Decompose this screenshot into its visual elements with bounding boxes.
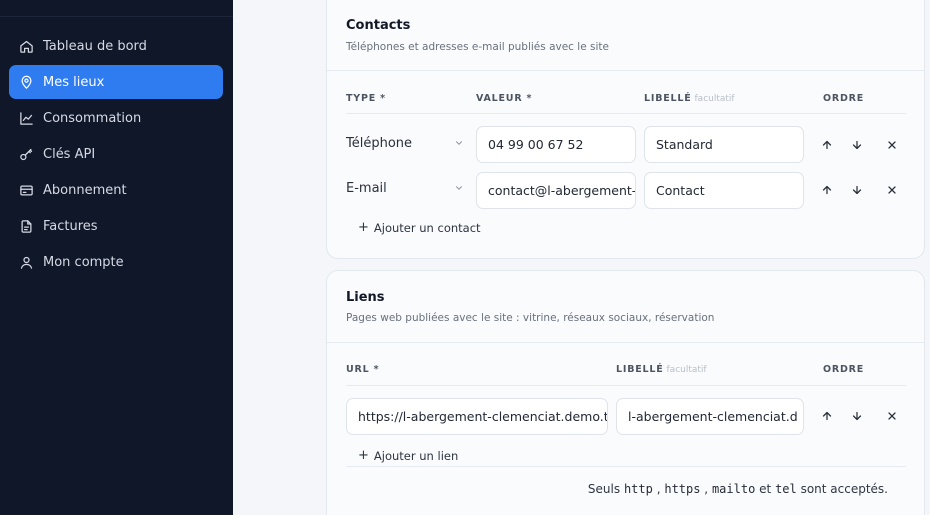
contact-value-input[interactable]: 04 99 00 67 52 <box>476 126 636 163</box>
sidebar-item-account[interactable]: Mon compte <box>9 245 223 279</box>
remove-row-button[interactable] <box>884 137 900 153</box>
plus-icon: + <box>358 448 369 463</box>
links-footer-divider <box>346 466 906 467</box>
move-up-button[interactable] <box>819 408 835 424</box>
link-url-input[interactable]: https://l-abergement-clemenciat.demo.t <box>346 398 608 435</box>
allowed-schemes-hint: Seuls http , https , mailto et tel sont … <box>587 482 888 496</box>
sidebar-item-label: Consommation <box>43 110 142 126</box>
close-icon <box>888 141 896 149</box>
links-title: Liens <box>346 290 385 305</box>
move-down-button[interactable] <box>849 408 865 424</box>
contacts-title: Contacts <box>346 18 411 33</box>
sidebar-item-label: Clés API <box>43 146 96 162</box>
column-header-label: LIBELLÉ facultatif <box>644 93 735 104</box>
close-icon <box>888 412 896 420</box>
arrow-up-icon <box>822 185 832 195</box>
add-link-button[interactable]: + Ajouter un lien <box>358 448 458 463</box>
sidebar-item-label: Mon compte <box>43 254 124 270</box>
key-icon <box>20 148 33 160</box>
scheme-code: mailto <box>711 482 756 496</box>
move-down-button[interactable] <box>849 182 865 198</box>
sidebar-item-consumption[interactable]: Consommation <box>9 101 223 135</box>
home-icon <box>20 40 33 53</box>
contacts-card: Contacts Téléphones et adresses e-mail p… <box>326 0 925 259</box>
main-content: Contacts Téléphones et adresses e-mail p… <box>233 0 930 515</box>
link-label-input[interactable]: l-abergement-clemenciat.d <box>616 398 804 435</box>
arrow-down-icon <box>852 411 862 421</box>
sidebar-item-dashboard[interactable]: Tableau de bord <box>9 29 223 63</box>
column-header-label: LIBELLÉ facultatif <box>616 364 707 375</box>
arrow-up-icon <box>822 140 832 150</box>
user-icon <box>20 256 33 269</box>
sidebar-item-label: Factures <box>43 218 98 234</box>
line-chart-icon <box>20 111 33 125</box>
optional-hint: facultatif <box>694 94 735 104</box>
table-header-divider <box>346 113 906 114</box>
move-up-button[interactable] <box>819 137 835 153</box>
sidebar-item-label: Tableau de bord <box>43 38 147 54</box>
contact-type-select[interactable]: Téléphone <box>346 125 464 161</box>
remove-row-button[interactable] <box>884 408 900 424</box>
sidebar: Tableau de bord Mes lieux Consommation C… <box>0 0 233 515</box>
map-pin-icon <box>21 75 32 89</box>
arrow-up-icon <box>822 411 832 421</box>
sidebar-item-label: Abonnement <box>43 182 127 198</box>
sidebar-item-places[interactable]: Mes lieux <box>9 65 223 99</box>
chevron-down-icon <box>455 186 463 190</box>
add-contact-button[interactable]: + Ajouter un contact <box>358 220 481 235</box>
contact-type-select[interactable]: E-mail <box>346 170 464 206</box>
move-down-button[interactable] <box>849 137 865 153</box>
column-header-value: VALEUR * <box>476 93 533 104</box>
scheme-code: http <box>623 482 653 496</box>
sidebar-divider <box>0 16 233 17</box>
column-header-order: ORDRE <box>823 364 865 375</box>
contacts-subtitle: Téléphones et adresses e-mail publiés av… <box>346 41 609 53</box>
sidebar-item-invoices[interactable]: Factures <box>9 209 223 243</box>
contact-label-input[interactable]: Standard <box>644 126 804 163</box>
contact-label-input[interactable]: Contact <box>644 172 804 209</box>
sidebar-item-api-keys[interactable]: Clés API <box>9 137 223 171</box>
contacts-header-divider <box>327 70 924 71</box>
move-up-button[interactable] <box>819 182 835 198</box>
scheme-code: https <box>664 482 701 496</box>
arrow-down-icon <box>852 185 862 195</box>
remove-row-button[interactable] <box>884 182 900 198</box>
sidebar-item-label: Mes lieux <box>43 74 105 90</box>
links-header-divider <box>327 342 924 343</box>
sidebar-item-subscription[interactable]: Abonnement <box>9 173 223 207</box>
plus-icon: + <box>358 220 369 235</box>
column-header-type: TYPE * <box>346 93 386 104</box>
close-icon <box>888 186 896 194</box>
column-header-url: URL * <box>346 364 380 375</box>
scheme-code: tel <box>775 482 797 496</box>
table-header-divider <box>346 385 906 386</box>
contact-value-input[interactable]: contact@l-abergement-clemenciat.fr <box>476 172 636 209</box>
credit-card-icon <box>20 185 33 195</box>
column-header-order: ORDRE <box>823 93 865 104</box>
optional-hint: facultatif <box>666 365 707 375</box>
links-subtitle: Pages web publiées avec le site : vitrin… <box>346 312 715 324</box>
chevron-down-icon <box>455 141 463 145</box>
arrow-down-icon <box>852 140 862 150</box>
links-card: Liens Pages web publiées avec le site : … <box>326 270 925 515</box>
file-text-icon <box>21 219 32 233</box>
